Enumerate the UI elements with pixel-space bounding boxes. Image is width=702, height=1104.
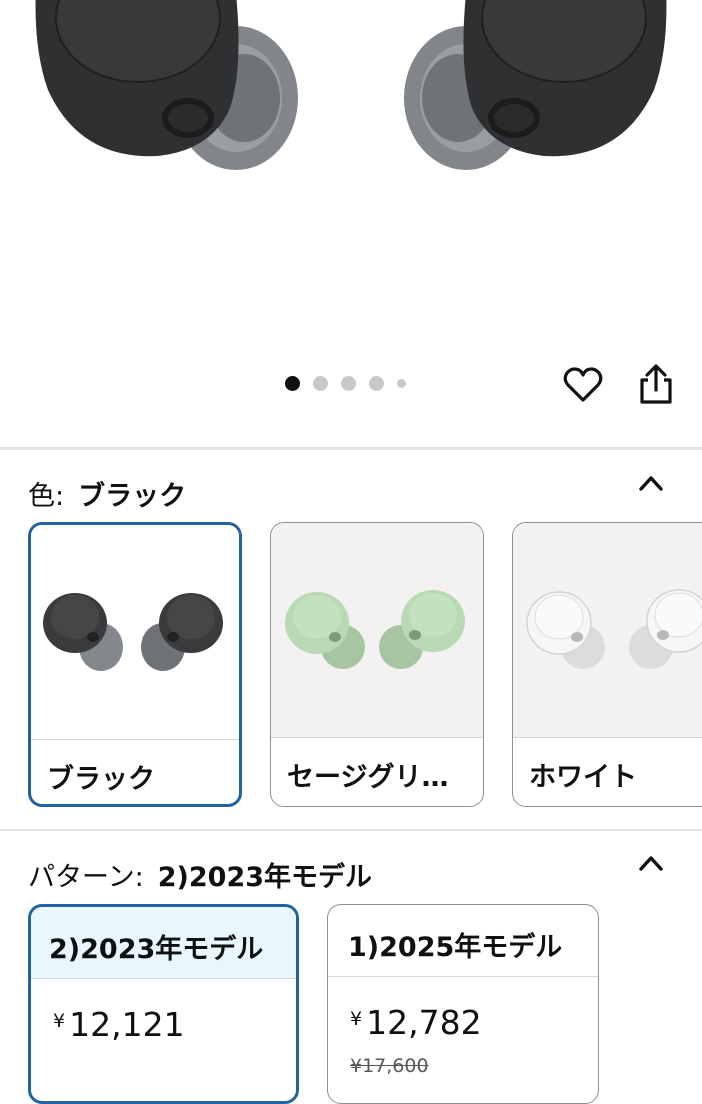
list-price: ¥17,600	[350, 1055, 429, 1077]
selected-color-value: ブラック	[78, 481, 187, 512]
color-option-label: ブラック	[47, 764, 155, 795]
color-collapse-button[interactable]	[636, 472, 666, 494]
pattern-option-price: ¥12,782	[350, 1003, 482, 1042]
color-option-white[interactable]: ホワイト	[512, 522, 702, 807]
earbud-right	[404, 0, 667, 170]
pagination-dot[interactable]	[369, 376, 384, 391]
currency-symbol: ¥	[350, 1008, 363, 1030]
price-value: 12,782	[366, 1003, 482, 1042]
selected-pattern-value: 2)2023年モデル	[157, 862, 373, 893]
chevron-up-icon	[639, 856, 663, 871]
price-value: 12,121	[69, 1005, 185, 1044]
share-icon	[640, 364, 672, 404]
share-button[interactable]	[636, 362, 676, 406]
chevron-up-icon	[639, 476, 663, 491]
favorite-button[interactable]	[562, 364, 604, 406]
pagination-dot[interactable]	[285, 376, 300, 391]
color-option-image	[31, 525, 239, 739]
pagination-dot[interactable]	[313, 376, 328, 391]
pattern-option-label: 1)2025年モデル	[328, 905, 598, 977]
earbud-left	[35, 0, 298, 170]
color-option-label: ホワイト	[529, 762, 637, 793]
pattern-option-price: ¥12,121	[53, 1005, 185, 1044]
pattern-section-header: パターン: 2)2023年モデル	[28, 855, 372, 894]
separator	[513, 737, 702, 738]
pattern-option-2023[interactable]: 2)2023年モデル ¥12,121	[28, 904, 299, 1104]
separator	[31, 739, 239, 740]
section-divider	[0, 447, 702, 450]
color-option-sage-green[interactable]: セージグリ…	[270, 522, 484, 807]
pattern-label: パターン:	[28, 862, 144, 893]
color-section-header: 色: ブラック	[28, 474, 186, 513]
color-option-black[interactable]: ブラック	[28, 522, 242, 807]
section-divider	[0, 829, 702, 831]
color-option-label: セージグリ…	[287, 762, 449, 793]
pattern-option-2025[interactable]: 1)2025年モデル ¥12,782 ¥17,600	[327, 904, 599, 1104]
color-option-image	[271, 523, 483, 737]
image-pagination[interactable]	[285, 376, 406, 391]
color-label: 色:	[28, 481, 65, 512]
pattern-option-label: 2)2023年モデル	[31, 907, 296, 979]
product-image[interactable]	[0, 0, 702, 365]
pagination-dot[interactable]	[341, 376, 356, 391]
pagination-dot[interactable]	[397, 379, 406, 388]
heart-icon	[563, 367, 603, 402]
pattern-collapse-button[interactable]	[636, 852, 666, 874]
color-option-image	[513, 523, 702, 737]
separator	[271, 737, 483, 738]
currency-symbol: ¥	[53, 1010, 66, 1032]
